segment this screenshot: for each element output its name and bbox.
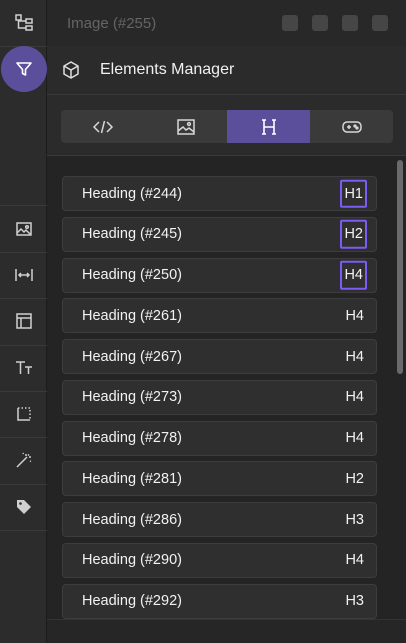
tab-image[interactable] xyxy=(144,110,227,143)
heading-level-badge: H2 xyxy=(345,470,364,487)
image-icon xyxy=(176,118,195,135)
heading-level-badge: H1 xyxy=(340,179,367,208)
list-item-label: Heading (#267) xyxy=(82,348,182,365)
heading-level-badge: H2 xyxy=(340,220,367,249)
ghost-icon xyxy=(312,15,328,31)
panel-title: Elements Manager xyxy=(100,61,235,78)
app: Image (#255) Elements Manager Heading (#… xyxy=(0,0,406,643)
list-item[interactable]: Heading (#244) H1 xyxy=(62,176,377,211)
heading-level-badge: H4 xyxy=(345,389,364,405)
ghost-icon xyxy=(372,15,388,31)
ghost-icon xyxy=(342,15,358,31)
list-item[interactable]: Heading (#286) H3 xyxy=(62,502,377,537)
tab-heading[interactable] xyxy=(227,110,310,143)
heading-level-badge: H4 xyxy=(340,260,367,290)
background-toolbar: Image (#255) xyxy=(47,0,406,46)
typography-tool-button[interactable] xyxy=(0,345,47,391)
tab-code[interactable] xyxy=(61,110,144,143)
heading-level-badge: H4 xyxy=(345,552,364,568)
layout-icon xyxy=(15,313,32,329)
list-item-label: Heading (#286) xyxy=(82,511,182,528)
image-icon xyxy=(15,222,32,236)
list-item-label: Heading (#290) xyxy=(82,552,182,569)
list-item[interactable]: Heading (#281) H2 xyxy=(62,461,377,497)
list-item-label: Heading (#245) xyxy=(82,226,182,243)
list-item[interactable]: Heading (#261) H4 xyxy=(62,298,377,334)
list-item[interactable]: Heading (#245) H2 xyxy=(62,216,377,252)
border-icon xyxy=(16,407,31,421)
heading-list-container: Heading (#244) H1 Heading (#245) H2 Head… xyxy=(47,155,406,619)
magic-wand-icon xyxy=(15,452,31,468)
left-rail xyxy=(0,0,47,643)
list-item[interactable]: Heading (#278) H4 xyxy=(62,420,377,456)
tags-tool-button[interactable] xyxy=(0,484,47,530)
list-item-label: Heading (#244) xyxy=(82,185,182,202)
list-item[interactable]: Heading (#267) H4 xyxy=(62,339,377,374)
background-toolbar-icons xyxy=(282,15,388,31)
image-tool-button[interactable] xyxy=(0,206,47,252)
horizontal-resize-icon xyxy=(14,269,33,281)
panel-header: Elements Manager xyxy=(47,46,406,95)
filter-icon xyxy=(15,62,32,76)
heading-level-badge: H3 xyxy=(345,592,364,609)
ghost-icon xyxy=(282,15,298,31)
list-item-label: Heading (#292) xyxy=(82,593,182,609)
heading-level-badge: H4 xyxy=(345,307,364,324)
list-item-label: Heading (#273) xyxy=(82,389,182,406)
heading-level-badge: H3 xyxy=(345,511,364,528)
elements-manager-panel: Elements Manager Heading (#244) H1 Headi… xyxy=(47,46,406,643)
tab-controls[interactable] xyxy=(310,110,393,143)
filter-button-bg xyxy=(0,46,47,92)
list-item[interactable]: Heading (#273) H4 xyxy=(62,379,377,415)
list-scrollbar[interactable] xyxy=(397,160,403,374)
heading-icon xyxy=(261,118,276,135)
code-icon xyxy=(92,120,113,133)
list-item-label: Heading (#278) xyxy=(82,430,182,446)
list-item[interactable]: Heading (#292) H3 xyxy=(62,583,377,619)
heading-level-badge: H4 xyxy=(345,429,364,446)
border-tool-button[interactable] xyxy=(0,391,47,437)
list-item[interactable]: Heading (#290) H4 xyxy=(62,542,377,578)
heading-list: Heading (#244) H1 Heading (#245) H2 Head… xyxy=(62,176,377,619)
spacing-tool-button[interactable] xyxy=(0,252,47,298)
panel-footer xyxy=(47,619,406,643)
typography-icon xyxy=(15,361,32,374)
list-item-label: Heading (#261) xyxy=(82,307,182,324)
heading-level-badge: H4 xyxy=(345,348,364,365)
list-item-label: Heading (#250) xyxy=(82,267,182,283)
list-item[interactable]: Heading (#250) H4 xyxy=(62,257,377,293)
tag-icon xyxy=(16,500,31,514)
cube-icon xyxy=(63,61,79,79)
list-item-label: Heading (#281) xyxy=(82,470,182,487)
element-type-tabs xyxy=(61,110,393,143)
navigator-button[interactable] xyxy=(0,0,47,46)
tree-icon xyxy=(14,14,33,31)
effects-tool-button[interactable] xyxy=(0,437,47,483)
layout-tool-button[interactable] xyxy=(0,298,47,344)
filter-button[interactable] xyxy=(0,46,47,92)
background-toolbar-title: Image (#255) xyxy=(67,14,157,32)
gamepad-icon xyxy=(341,120,362,133)
